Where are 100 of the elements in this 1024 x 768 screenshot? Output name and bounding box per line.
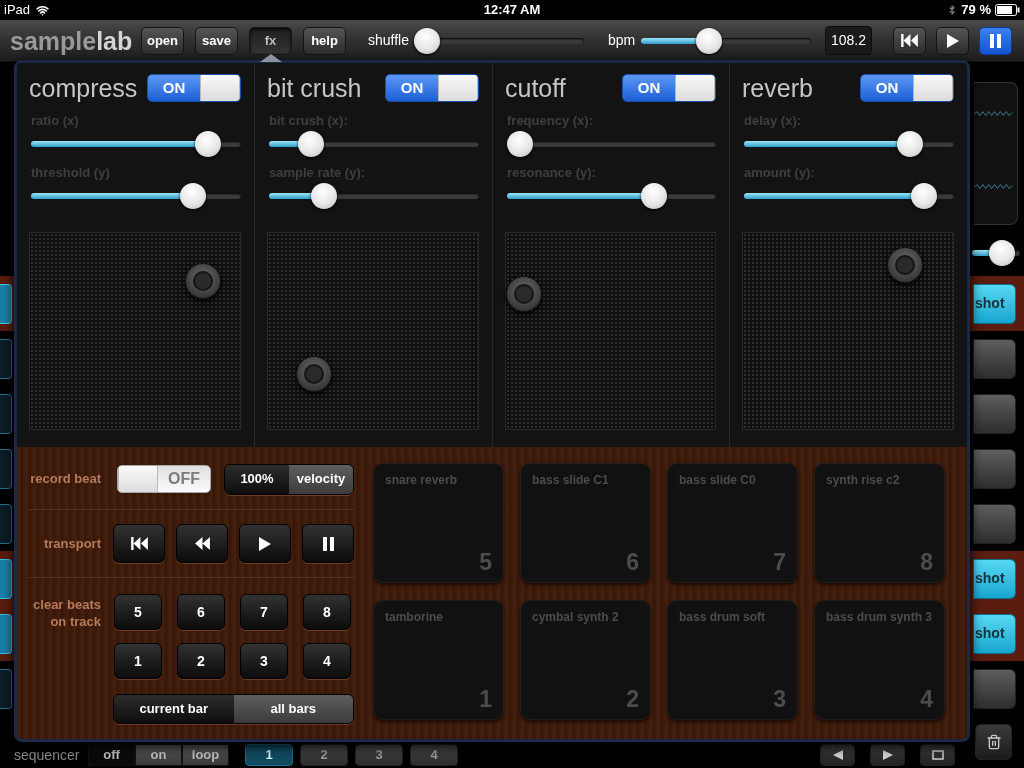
scope-segment[interactable]: current bar: [114, 695, 234, 723]
track-tile[interactable]: [0, 668, 12, 709]
rewind-icon: [194, 537, 210, 550]
toolbar-button[interactable]: help: [303, 26, 346, 55]
sequencer-mode-button[interactable]: loop: [182, 744, 229, 766]
transport-button[interactable]: [302, 524, 354, 563]
track-number-button[interactable]: 1: [114, 643, 162, 679]
track-tile[interactable]: [0, 448, 12, 489]
track-mode-button[interactable]: [973, 503, 1016, 544]
xy-pad-handle[interactable]: [295, 356, 332, 393]
velocity-segment[interactable]: 100%: [225, 464, 289, 494]
track-mode-button[interactable]: [973, 338, 1016, 379]
track-number-button[interactable]: 3: [240, 643, 288, 679]
velocity-segment[interactable]: velocity: [289, 464, 353, 494]
toggle-switch[interactable]: OFF: [117, 465, 211, 493]
track-tile[interactable]: [0, 503, 12, 544]
bar-button[interactable]: 3: [355, 744, 403, 766]
xy-pad-handle[interactable]: [506, 276, 542, 313]
effect-title: reverb: [742, 73, 813, 103]
slider-thumb[interactable]: [507, 131, 533, 157]
switch-knob: [200, 75, 240, 101]
bpm-slider[interactable]: [641, 27, 811, 54]
pause-icon: [322, 536, 334, 551]
parameter-slider[interactable]: [507, 131, 716, 157]
effect-title: bit crush: [267, 73, 362, 103]
parameter-slider[interactable]: [744, 131, 954, 157]
transport-button[interactable]: [113, 524, 165, 563]
bar-button[interactable]: 4: [410, 744, 458, 766]
slider-thumb[interactable]: [911, 183, 938, 209]
play-icon: [259, 536, 271, 551]
track-tile[interactable]: [0, 338, 12, 379]
track-mode-button[interactable]: [973, 668, 1016, 709]
window-button[interactable]: [920, 744, 955, 766]
bluetooth-icon: [947, 3, 958, 17]
track-mode-button[interactable]: [973, 393, 1016, 434]
slider-thumb[interactable]: [988, 240, 1015, 266]
effect-title: compress: [29, 73, 138, 103]
bar-button[interactable]: 2: [300, 744, 348, 766]
transport-button[interactable]: [979, 26, 1012, 55]
app-logo: samplelab: [10, 25, 131, 56]
track-mode-button[interactable]: [973, 448, 1016, 489]
toggle-switch[interactable]: ON: [622, 74, 716, 102]
toolbar-button[interactable]: open: [141, 26, 184, 55]
trash-button[interactable]: [975, 724, 1012, 760]
parameter-slider[interactable]: [31, 131, 241, 157]
bpm-display: 108.2: [825, 26, 872, 55]
track-mode-button[interactable]: shot: [973, 283, 1016, 324]
transport-button[interactable]: [936, 26, 969, 55]
track-number-button[interactable]: 5: [114, 594, 162, 630]
bar-button[interactable]: 1: [245, 744, 293, 766]
parameter-slider[interactable]: [744, 183, 954, 209]
switch-knob: [913, 75, 953, 101]
effect-title: cutoff: [505, 73, 566, 103]
pause-icon: [990, 33, 1001, 48]
slider-thumb[interactable]: [298, 131, 325, 157]
parameter-slider[interactable]: [269, 183, 479, 209]
row-label: transport: [42, 534, 101, 553]
sequencer-mode-button[interactable]: on: [135, 744, 182, 766]
track-number-button[interactable]: 6: [177, 594, 225, 630]
slider-thumb[interactable]: [194, 131, 221, 157]
transport-button[interactable]: [176, 524, 228, 563]
slider-label: bpm: [608, 31, 637, 50]
parameter-slider[interactable]: [269, 131, 479, 157]
device-name: iPad: [4, 1, 31, 20]
track-mode-button[interactable]: shot: [973, 558, 1016, 599]
slider-thumb[interactable]: [896, 131, 923, 157]
next-button[interactable]: [870, 744, 905, 766]
volume-slider[interactable]: [972, 240, 1020, 266]
slider-thumb[interactable]: [414, 27, 440, 54]
toolbar-button[interactable]: fx: [249, 26, 292, 55]
sequencer-mode-button[interactable]: off: [88, 744, 135, 766]
shuffle-slider[interactable]: [414, 27, 584, 54]
transport-button[interactable]: [239, 524, 291, 563]
slider-thumb[interactable]: [640, 183, 667, 209]
track-number-button[interactable]: 4: [303, 643, 351, 679]
track-number-button[interactable]: 8: [303, 594, 351, 630]
previous-button[interactable]: [820, 744, 855, 766]
track-number-button[interactable]: 2: [177, 643, 225, 679]
transport-button[interactable]: [893, 26, 926, 55]
xy-pad-handle[interactable]: [184, 263, 221, 300]
switch-knob: [438, 75, 478, 101]
pointer-triangle-icon: [260, 54, 282, 62]
play-icon: [946, 33, 959, 48]
slider-thumb[interactable]: [311, 183, 338, 209]
slider-thumb[interactable]: [695, 27, 722, 54]
slider-thumb[interactable]: [180, 183, 207, 209]
battery-icon: [995, 4, 1020, 16]
toggle-switch[interactable]: ON: [147, 74, 241, 102]
toolbar-button[interactable]: save: [195, 26, 238, 55]
toggle-switch[interactable]: ON: [385, 74, 479, 102]
xy-pad-handle[interactable]: [887, 247, 924, 284]
parameter-slider[interactable]: [31, 183, 241, 209]
track-tile[interactable]: [0, 393, 12, 434]
track-mode-button[interactable]: shot: [973, 613, 1016, 654]
scope-segment[interactable]: all bars: [233, 695, 353, 723]
skip-to-start-icon: [901, 34, 918, 47]
track-number-button[interactable]: 7: [240, 594, 288, 630]
wifi-icon: [35, 3, 51, 17]
parameter-slider[interactable]: [507, 183, 716, 209]
toggle-switch[interactable]: ON: [860, 74, 954, 102]
